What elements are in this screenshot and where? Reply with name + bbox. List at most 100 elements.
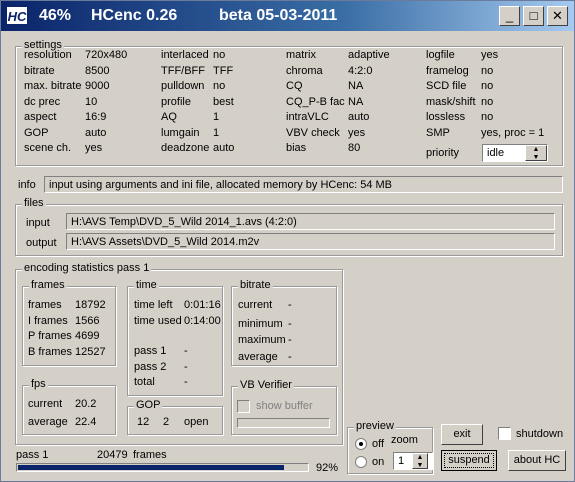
- setting-label: bitrate: [24, 64, 55, 77]
- gop-type-value: open: [184, 416, 209, 428]
- stat-value: 0:01:16: [184, 299, 221, 311]
- setting-value: auto: [213, 142, 235, 154]
- stat-label: frames: [28, 299, 62, 311]
- stat-label: B frames: [28, 345, 73, 358]
- show-buffer-checkbox[interactable]: [237, 400, 250, 413]
- close-icon: ✕: [552, 8, 563, 23]
- stat-label: current: [238, 299, 273, 311]
- gop-n-value: 12: [137, 416, 150, 428]
- preview-on-label: on: [372, 456, 385, 468]
- stat-label: time used: [134, 314, 182, 327]
- files-group: files input H:\AVS Temp\DVD_5_Wild 2014_…: [15, 197, 563, 256]
- stat-value: -: [288, 350, 292, 363]
- frames-done-label: frames: [133, 449, 167, 461]
- preview-off-radio[interactable]: [355, 438, 367, 450]
- encoding-progress-bar: [16, 463, 309, 472]
- shutdown-checkbox[interactable]: [498, 427, 511, 440]
- pass-label: pass 1: [16, 449, 49, 461]
- close-button[interactable]: ✕: [547, 6, 568, 26]
- preview-on-radio[interactable]: [355, 456, 367, 468]
- setting-value: no: [213, 49, 226, 61]
- zoom-spinner[interactable]: ▲ ▼: [412, 453, 428, 469]
- settings-group: settings resolution 720x480 bitrate 8500 max…: [15, 39, 563, 166]
- setting-value: adaptive: [348, 49, 390, 61]
- setting-value: no: [481, 80, 494, 92]
- stat-value: 18792: [75, 299, 106, 311]
- show-buffer-label: show buffer: [256, 400, 313, 412]
- title-bar[interactable]: HC 46% HCenc 0.26 beta 05-03-2011 _ □ ✕: [1, 1, 574, 31]
- bitrate-group: bitrate current - minimum - maximum - average -: [231, 279, 337, 366]
- encoding-stats-legend: encoding statistics pass 1: [22, 262, 152, 274]
- setting-value: yes: [348, 126, 366, 139]
- gop-group: GOP 12 2 open: [127, 399, 223, 435]
- minimize-icon: _: [505, 8, 514, 23]
- priority-spinner[interactable]: ▲ ▼: [525, 145, 547, 161]
- gop-m-value: 2: [163, 416, 170, 428]
- setting-label: GOP: [24, 126, 49, 139]
- title-percent: 46%: [39, 7, 72, 24]
- setting-label: lumgain: [161, 126, 200, 139]
- stat-value: 22.4: [75, 416, 97, 428]
- time-group: time time left 0:01:16 time used 0:14:00 pas…: [127, 279, 223, 396]
- setting-label: scene ch.: [24, 142, 72, 154]
- stat-label: current: [28, 398, 63, 410]
- preview-off-label: off: [372, 438, 385, 450]
- info-text: input using arguments and ini file, allo…: [44, 176, 563, 193]
- setting-label: chroma: [286, 64, 323, 77]
- zoom-label: zoom: [391, 434, 418, 446]
- files-legend: files: [22, 197, 46, 209]
- setting-label: framelog: [426, 64, 469, 77]
- setting-value: no: [481, 95, 494, 108]
- setting-value: yes: [481, 49, 499, 61]
- frames-legend: frames: [29, 279, 67, 291]
- stat-label: pass 2: [134, 360, 167, 373]
- setting-value: 9000: [85, 80, 110, 92]
- suspend-button[interactable]: suspend: [441, 450, 497, 471]
- input-label: input: [26, 217, 50, 229]
- stat-label: maximum: [238, 334, 286, 346]
- setting-label: mask/shift: [426, 95, 476, 108]
- setting-value: 8500: [85, 64, 110, 77]
- setting-value: auto: [85, 126, 107, 139]
- setting-value: no: [213, 80, 226, 92]
- stat-value: -: [288, 299, 292, 311]
- hcenc-window: HC 46% HCenc 0.26 beta 05-03-2011 _ □ ✕ …: [0, 0, 575, 482]
- setting-value: yes, proc = 1: [481, 126, 545, 139]
- stat-value: -: [184, 345, 188, 357]
- setting-label: intraVLC: [286, 111, 329, 123]
- vb-verifier-group: VB Verifier show buffer: [231, 379, 337, 435]
- bitrate-legend: bitrate: [238, 279, 273, 291]
- setting-label: deadzone: [161, 142, 210, 154]
- setting-label: profile: [161, 95, 191, 108]
- buffer-bar: [237, 418, 330, 428]
- setting-value: no: [481, 111, 494, 123]
- minimize-button[interactable]: _: [499, 6, 520, 26]
- stat-value: 12527: [75, 345, 106, 358]
- stat-value: 0:14:00: [184, 314, 221, 327]
- stat-value: -: [184, 376, 188, 388]
- setting-value: best: [213, 95, 234, 108]
- exit-button[interactable]: exit: [441, 424, 483, 445]
- setting-value: 10: [85, 95, 98, 108]
- vb-verifier-legend: VB Verifier: [238, 379, 294, 391]
- preview-group: preview off on zoom 1 ▲ ▼: [347, 420, 433, 474]
- title-app-name: HCenc 0.26: [91, 7, 178, 24]
- output-label: output: [26, 237, 57, 249]
- setting-label: max. bitrate: [24, 80, 82, 92]
- stat-value: -: [288, 317, 292, 330]
- setting-value: auto: [348, 111, 370, 123]
- setting-label: VBV check: [286, 126, 340, 139]
- setting-value: yes: [85, 142, 103, 154]
- setting-label: bias: [286, 142, 307, 154]
- setting-label: SCD file: [426, 80, 467, 92]
- setting-label: matrix: [286, 49, 316, 61]
- setting-label: interlaced: [161, 49, 209, 61]
- progress-fill: [18, 465, 284, 470]
- frames-done-value: 20479: [97, 449, 128, 461]
- about-hc-button[interactable]: about HC: [508, 450, 566, 471]
- maximize-button[interactable]: □: [523, 6, 544, 26]
- setting-label: CQ_P-B fac: [286, 95, 345, 108]
- maximize-icon: □: [529, 8, 538, 23]
- setting-value: TFF: [213, 64, 234, 77]
- setting-value: 80: [348, 142, 361, 154]
